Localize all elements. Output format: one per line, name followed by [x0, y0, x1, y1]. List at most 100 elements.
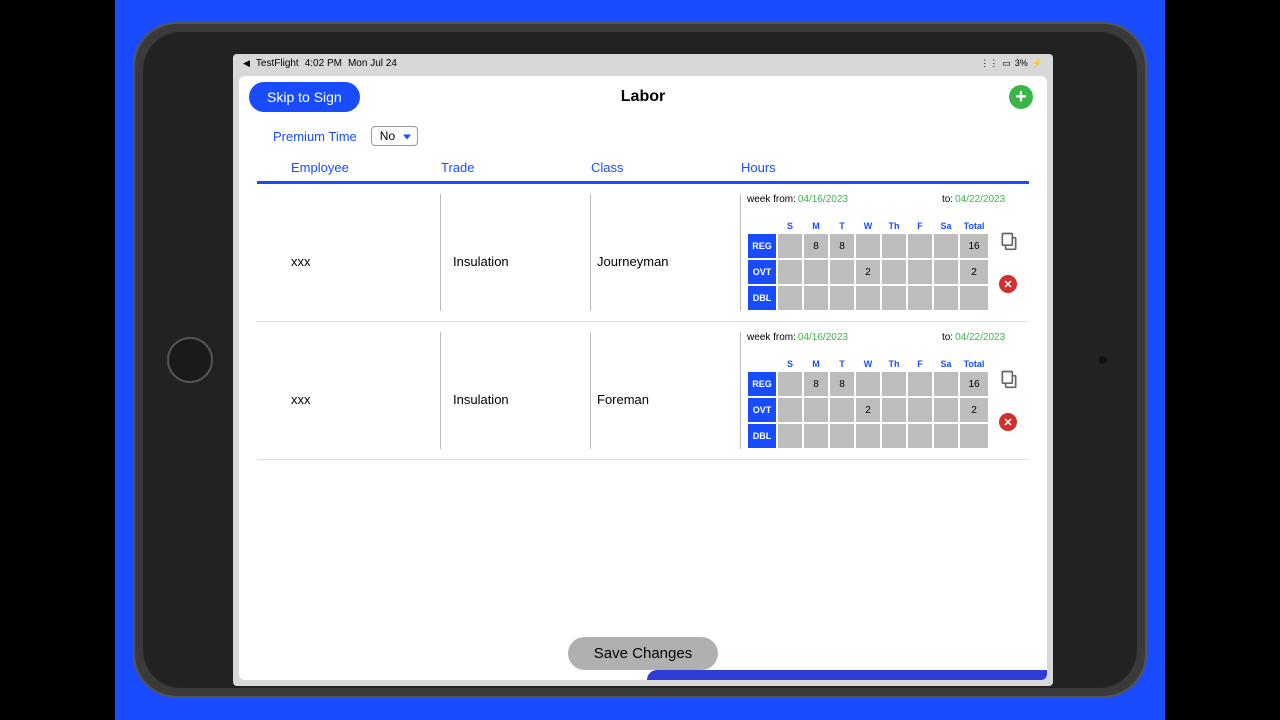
hours-cell: week from:04/16/2023to:04/22/2023SMTWThF…: [741, 332, 1029, 449]
hours-cell-input[interactable]: [829, 259, 855, 285]
hours-cell-input[interactable]: [881, 397, 907, 423]
hours-cell-input[interactable]: 8: [803, 371, 829, 397]
hours-cell-input[interactable]: [907, 423, 933, 449]
save-changes-button[interactable]: Save Changes: [568, 637, 718, 670]
hours-cell-input[interactable]: [907, 371, 933, 397]
hours-cell-input: 2: [959, 397, 989, 423]
home-button[interactable]: [167, 337, 213, 383]
table-header: Employee Trade Class Hours: [257, 154, 1029, 184]
status-bar: ◀ TestFlight 4:02 PM Mon Jul 24 ⋮⋮ ▭ 3% …: [233, 54, 1053, 72]
day-header: Sa: [933, 215, 959, 233]
premium-time-select[interactable]: No: [371, 126, 418, 146]
back-arrow-icon[interactable]: ◀: [243, 58, 250, 69]
battery-icon: ▭: [1002, 58, 1011, 69]
hours-cell-input[interactable]: [855, 285, 881, 311]
hours-cell-input[interactable]: 8: [829, 233, 855, 259]
hours-cell-input[interactable]: [933, 233, 959, 259]
hours-row-label: REG: [747, 371, 777, 397]
hours-cell-input[interactable]: [933, 285, 959, 311]
footer-accent: [647, 670, 1047, 680]
skip-to-sign-button[interactable]: Skip to Sign: [249, 82, 360, 112]
hours-cell-input[interactable]: [933, 371, 959, 397]
hours-cell-input: [959, 423, 989, 449]
copy-icon[interactable]: [999, 231, 1019, 251]
hours-cell-input[interactable]: [803, 285, 829, 311]
hours-cell-input[interactable]: [933, 259, 959, 285]
day-header: W: [855, 215, 881, 233]
day-header: F: [907, 353, 933, 371]
camera: [1099, 356, 1107, 364]
hours-cell-input[interactable]: [777, 233, 803, 259]
day-header: M: [803, 215, 829, 233]
day-header: S: [777, 353, 803, 371]
copy-icon[interactable]: [999, 369, 1019, 389]
day-header: W: [855, 353, 881, 371]
hours-cell-input[interactable]: [933, 397, 959, 423]
week-from-date: 04/16/2023: [798, 332, 848, 343]
day-header: Sa: [933, 353, 959, 371]
hours-cell-input[interactable]: [907, 397, 933, 423]
hours-cell-input[interactable]: [777, 285, 803, 311]
hours-cell-input[interactable]: 8: [803, 233, 829, 259]
hours-cell-input[interactable]: [829, 397, 855, 423]
app-header: Skip to Sign Labor: [239, 76, 1047, 118]
hours-cell-input[interactable]: [881, 233, 907, 259]
hours-cell-input[interactable]: [777, 423, 803, 449]
hours-cell-input[interactable]: [829, 285, 855, 311]
hours-cell-input[interactable]: [881, 259, 907, 285]
charging-icon: ⚡: [1032, 58, 1043, 69]
hours-cell-input[interactable]: 2: [855, 259, 881, 285]
hours-cell-input[interactable]: [907, 259, 933, 285]
trade-cell[interactable]: Insulation: [441, 194, 591, 311]
week-range: week from:04/16/2023 to:04/22/2023: [747, 332, 1029, 343]
class-cell[interactable]: Foreman: [591, 332, 741, 449]
hours-cell-input[interactable]: [777, 371, 803, 397]
delete-icon[interactable]: ✕: [999, 275, 1017, 293]
hours-row-label: REG: [747, 233, 777, 259]
hours-grid: SMTWThFSaTotalREG8816OVT22DBL✕: [747, 215, 989, 311]
hours-cell-input[interactable]: [803, 397, 829, 423]
col-header-class: Class: [591, 160, 741, 175]
hours-cell-input[interactable]: [881, 423, 907, 449]
hours-cell-input[interactable]: [777, 397, 803, 423]
hours-row-label: DBL: [747, 423, 777, 449]
hours-cell-input: [959, 285, 989, 311]
day-header: M: [803, 353, 829, 371]
add-button[interactable]: [1009, 85, 1033, 109]
hours-cell-input[interactable]: [907, 233, 933, 259]
hours-cell-input: 2: [959, 259, 989, 285]
hours-cell-input[interactable]: [881, 371, 907, 397]
hours-cell-input[interactable]: [829, 423, 855, 449]
hours-cell-input[interactable]: [803, 259, 829, 285]
class-cell[interactable]: Journeyman: [591, 194, 741, 311]
screen: ◀ TestFlight 4:02 PM Mon Jul 24 ⋮⋮ ▭ 3% …: [233, 54, 1053, 686]
week-from-label: week from:: [747, 332, 796, 343]
week-from-date: 04/16/2023: [798, 194, 848, 205]
employee-cell[interactable]: xxx: [291, 332, 441, 449]
footer: Save Changes: [239, 627, 1047, 680]
hours-cell-input[interactable]: [855, 423, 881, 449]
back-app-label[interactable]: TestFlight: [256, 58, 299, 69]
hours-cell: week from:04/16/2023to:04/22/2023SMTWThF…: [741, 194, 1029, 311]
day-header: Th: [881, 215, 907, 233]
hours-cell-input[interactable]: 8: [829, 371, 855, 397]
rows-container: xxxInsulationJourneymanweek from:04/16/2…: [239, 184, 1047, 627]
trade-cell[interactable]: Insulation: [441, 332, 591, 449]
hours-cell-input[interactable]: [855, 233, 881, 259]
hours-cell-input[interactable]: [777, 259, 803, 285]
day-header: Th: [881, 353, 907, 371]
employee-cell[interactable]: xxx: [291, 194, 441, 311]
hours-cell-input[interactable]: [855, 371, 881, 397]
week-from-label: week from:: [747, 194, 796, 205]
tablet-frame: ◀ TestFlight 4:02 PM Mon Jul 24 ⋮⋮ ▭ 3% …: [133, 22, 1147, 698]
hours-cell-input[interactable]: [881, 285, 907, 311]
hours-cell-input[interactable]: [803, 423, 829, 449]
delete-icon[interactable]: ✕: [999, 413, 1017, 431]
hours-cell-input[interactable]: [933, 423, 959, 449]
week-to-date: 04/22/2023: [955, 332, 1005, 343]
week-to-label: to:: [942, 332, 953, 343]
hours-cell-input: 16: [959, 233, 989, 259]
page-title: Labor: [239, 88, 1047, 106]
hours-cell-input[interactable]: 2: [855, 397, 881, 423]
hours-cell-input[interactable]: [907, 285, 933, 311]
